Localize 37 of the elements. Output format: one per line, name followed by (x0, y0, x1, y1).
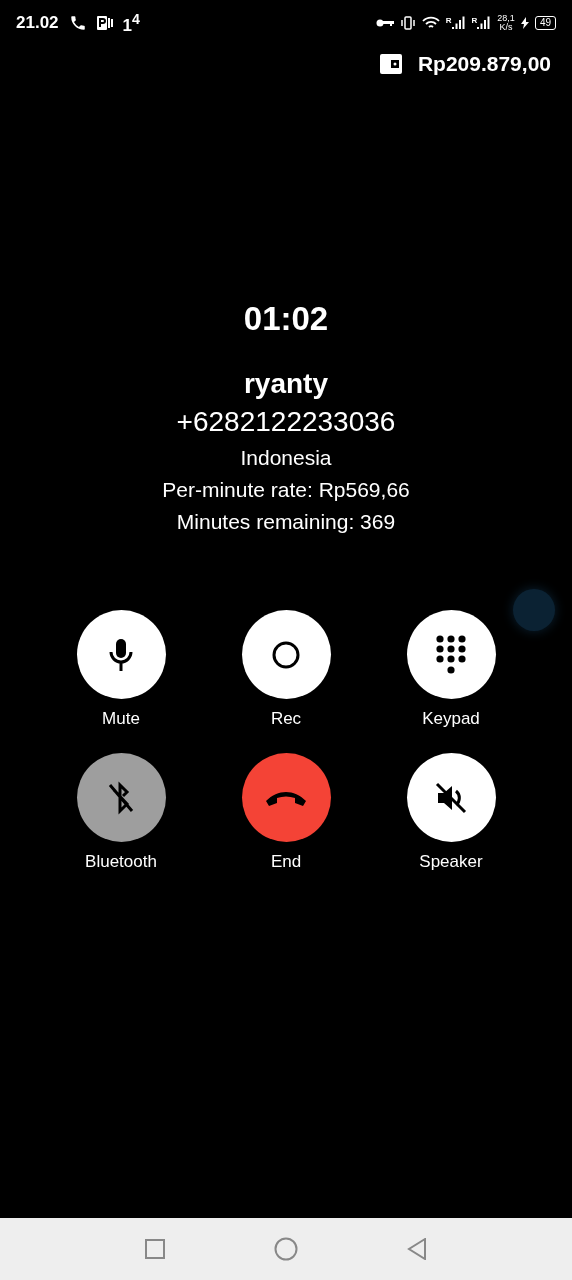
record-icon (272, 640, 300, 669)
minutes-remaining: Minutes remaining: 369 (176, 510, 396, 534)
button-label: Rec (270, 709, 302, 729)
charging-icon (520, 17, 529, 29)
button-label: End (270, 852, 302, 872)
phone-number: +6282122233036 (176, 406, 396, 438)
keypad-icon (436, 634, 466, 675)
balance-amount: Rp209.879,00 (417, 52, 551, 76)
button-label: Keypad (422, 709, 480, 729)
roaming-label: R (471, 16, 478, 25)
call-timer: 01:02 (243, 300, 329, 338)
bluetooth-off-icon (107, 779, 135, 816)
signal-icon (477, 16, 492, 30)
wallet-icon (379, 54, 402, 74)
clock: 21.02 (16, 13, 59, 33)
speaker-muted-icon (434, 780, 468, 815)
home-icon[interactable] (274, 1237, 298, 1261)
per-minute-rate: Per-minute rate: Rp569,66 (162, 478, 410, 502)
speed-unit: K/s (499, 23, 513, 32)
key-icon (375, 18, 394, 28)
wifi-icon (421, 16, 440, 30)
phone-icon (68, 14, 87, 32)
vibrate-icon (399, 16, 416, 30)
button-label: Speaker (419, 852, 483, 872)
network-speed: 28,1 (497, 14, 515, 23)
contact-name: ryanty (243, 368, 328, 400)
recents-icon[interactable] (144, 1239, 165, 1259)
country: Indonesia (240, 446, 332, 470)
parking-icon (96, 15, 113, 31)
button-label: Mute (102, 709, 140, 729)
battery-level: 49 (534, 16, 556, 30)
roaming-label: R (445, 16, 452, 25)
signal-icon (451, 16, 466, 30)
microphone-icon (108, 637, 134, 672)
button-label: Bluetooth (85, 852, 157, 872)
back-icon[interactable] (407, 1238, 428, 1260)
notification-count: 1$^{4}$ (122, 10, 140, 36)
